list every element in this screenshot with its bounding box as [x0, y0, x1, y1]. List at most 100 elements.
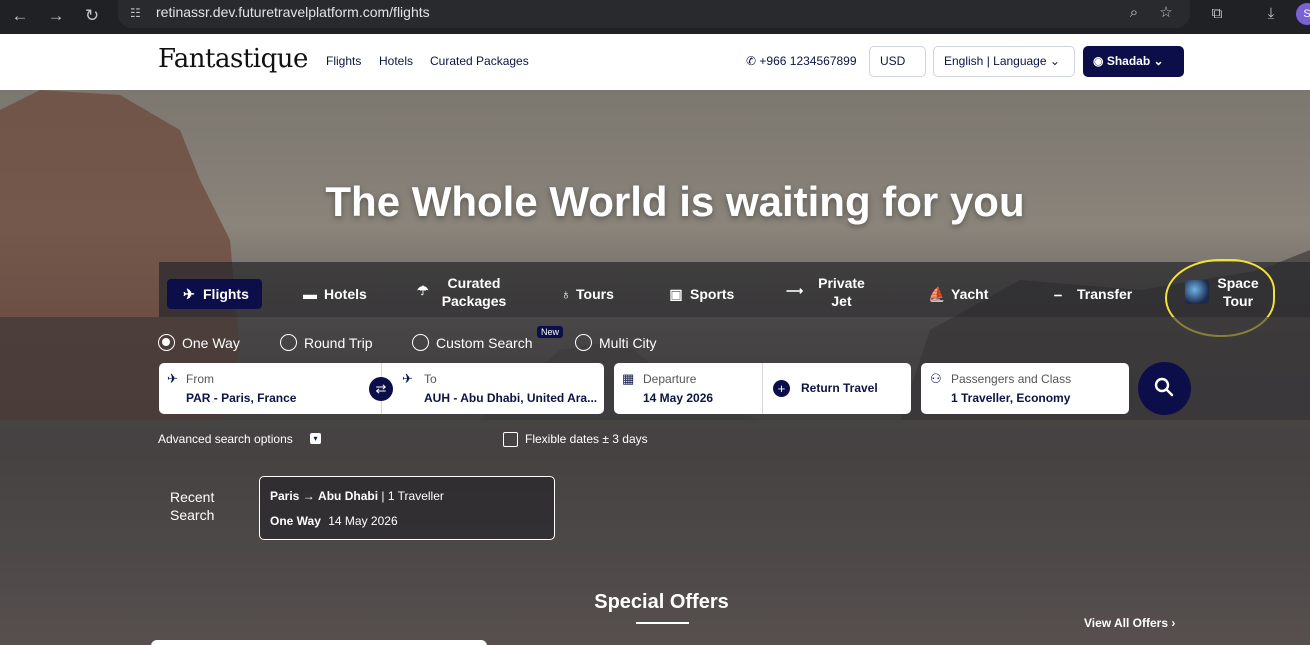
tab-label: Tours — [576, 286, 614, 302]
yacht-icon: ⛵ — [928, 286, 946, 302]
tab-space-tour[interactable]: Space Tour — [1211, 274, 1265, 310]
flexible-dates-checkbox[interactable] — [503, 432, 518, 447]
nav-curated-packages[interactable]: Curated Packages — [430, 54, 529, 68]
from-label: From — [186, 372, 214, 386]
profile-avatar[interactable]: S — [1296, 3, 1310, 25]
address-bar[interactable]: ☷ retinassr.dev.futuretravelplatform.com… — [118, 0, 1190, 28]
chevron-down-icon: ⌄ — [1049, 54, 1060, 68]
plus-icon: + — [773, 380, 790, 397]
tab-label: Flights — [203, 286, 249, 302]
recent-search-label: Recent Search — [170, 488, 214, 524]
download-icon[interactable]: ⤓ — [1260, 3, 1282, 25]
lens-icon[interactable]: ⧉ — [1206, 3, 1228, 25]
advanced-search-toggle[interactable]: Advanced search options — [158, 432, 293, 446]
view-all-offers-link[interactable]: View All Offers › — [1084, 616, 1175, 630]
tab-label: Hotels — [324, 286, 367, 302]
radio-custom-search[interactable]: Custom Search — [412, 334, 533, 352]
to-value: AUH - Abu Dhabi, United Ara... — [424, 391, 598, 405]
tab-label: Private — [818, 275, 865, 291]
search-icon — [1154, 377, 1174, 397]
return-travel-button[interactable]: + Return Travel — [763, 363, 911, 414]
tab-hotels[interactable]: ▬ Hotels — [303, 279, 367, 309]
user-icon: ◉ — [1093, 54, 1104, 68]
passengers-field[interactable]: ⚇ Passengers and Class 1 Traveller, Econ… — [921, 363, 1129, 414]
reload-icon[interactable]: ↻ — [80, 4, 104, 28]
recent-details: One Way 14 May 2026 — [270, 514, 398, 528]
sports-icon: ▣ — [669, 286, 683, 302]
url-text[interactable]: retinassr.dev.futuretravelplatform.com/f… — [156, 4, 430, 20]
from-value: PAR - Paris, France — [186, 391, 297, 405]
recent-route: Paris → Abu Dhabi | 1 Traveller — [270, 489, 444, 503]
search-button[interactable] — [1138, 362, 1191, 415]
jet-icon: ⟶ — [786, 284, 804, 298]
tab-private-jet[interactable]: ⟶ Private Jet — [786, 274, 869, 310]
language-select[interactable]: English | Language ⌄ — [933, 46, 1075, 77]
tab-sports[interactable]: ▣ Sports — [669, 279, 735, 309]
chevron-right-icon: › — [1171, 616, 1176, 630]
radio-icon — [575, 334, 592, 351]
phone-number: +966 1234567899 — [759, 54, 857, 68]
calendar-icon: ▦ — [622, 371, 635, 386]
radio-label: Round Trip — [304, 335, 373, 351]
tab-flights[interactable]: ✈ Flights — [167, 279, 262, 309]
forward-arrow-icon[interactable]: → — [44, 4, 68, 28]
browser-toolbar: ← → ↻ ☷ retinassr.dev.futuretravelplatfo… — [0, 0, 1310, 34]
service-tabs: ✈ Flights ▬ Hotels ☂ Curated Packages ♁ … — [159, 259, 1310, 337]
radio-multi-city[interactable]: Multi City — [575, 334, 657, 352]
view-all-label: View All Offers — [1084, 616, 1169, 630]
to-field[interactable]: ✈ To AUH - Abu Dhabi, United Ara... — [382, 363, 604, 414]
bed-icon: ▬ — [303, 286, 317, 302]
tab-yacht[interactable]: ⛵ Yacht — [928, 279, 988, 309]
nav-flights[interactable]: Flights — [326, 54, 361, 68]
tab-tours[interactable]: ♁ Tours — [561, 279, 614, 309]
recent-label-line2: Search — [170, 507, 215, 523]
recent-label-line1: Recent — [170, 489, 215, 505]
phone-contact[interactable]: ✆ +966 1234567899 — [746, 54, 857, 68]
currency-select[interactable]: USD ⌄ — [869, 46, 926, 97]
language-value: English | Language — [944, 54, 1047, 68]
return-label: Return Travel — [801, 381, 878, 395]
flexible-dates-label[interactable]: Flexible dates ± 3 days — [525, 432, 648, 446]
passengers-value: 1 Traveller, Economy — [951, 391, 1071, 405]
tab-transfer[interactable]: ⎯ Transfer — [1055, 279, 1133, 309]
radio-label: Multi City — [599, 335, 657, 351]
currency-value: USD — [880, 54, 906, 68]
special-offers-title: Special Offers — [594, 591, 729, 613]
site-settings-icon[interactable]: ☷ — [130, 5, 146, 21]
tab-label: Curated — [447, 275, 501, 291]
chevron-down-icon: ⌄ — [1153, 54, 1164, 68]
tab-label-line2: Jet — [831, 293, 852, 309]
radio-round-trip[interactable]: Round Trip — [280, 334, 373, 352]
radio-icon — [280, 334, 297, 351]
back-arrow-icon[interactable]: ← — [8, 4, 32, 28]
recent-search-card[interactable]: Paris → Abu Dhabi | 1 Traveller One Way … — [259, 476, 555, 540]
departure-value: 14 May 2026 — [643, 391, 714, 405]
departure-field[interactable]: ▦ Departure 14 May 2026 — [614, 363, 762, 414]
takeoff-plane-icon: ✈ — [167, 371, 178, 386]
radio-one-way[interactable]: One Way — [158, 334, 240, 352]
from-field[interactable]: ✈ From PAR - Paris, France — [159, 363, 381, 414]
offer-card[interactable] — [151, 640, 487, 645]
arrow-right-icon: → — [302, 489, 315, 503]
radio-selected-icon — [158, 334, 175, 351]
tab-curated-packages[interactable]: ☂ Curated Packages — [417, 274, 509, 310]
nav-hotels[interactable]: Hotels — [379, 54, 413, 68]
star-icon[interactable]: ☆ — [1156, 3, 1176, 23]
radio-icon — [412, 334, 429, 351]
tab-label: Sports — [690, 286, 735, 302]
recent-from: Paris — [270, 489, 300, 503]
radio-label: Custom Search — [436, 335, 533, 351]
user-menu-button[interactable]: ◉ Shadab ⌄ — [1083, 46, 1184, 77]
site-logo[interactable]: Fantastique — [158, 44, 308, 74]
plane-icon: ✈ — [183, 286, 195, 302]
tab-label: Transfer — [1077, 286, 1133, 302]
recent-trip-type: One Way — [270, 514, 321, 528]
departure-label: Departure — [643, 372, 697, 386]
person-icon: ⚇ — [930, 371, 942, 386]
tab-label-line2: Packages — [441, 293, 507, 309]
hero-section: The Whole World is waiting for you ✈ Fli… — [0, 90, 1310, 645]
zoom-icon[interactable]: ⌕ — [1124, 3, 1144, 23]
chevron-down-icon[interactable]: ▾ — [310, 433, 321, 444]
phone-icon: ✆ — [746, 54, 757, 68]
user-name: Shadab — [1106, 54, 1151, 68]
